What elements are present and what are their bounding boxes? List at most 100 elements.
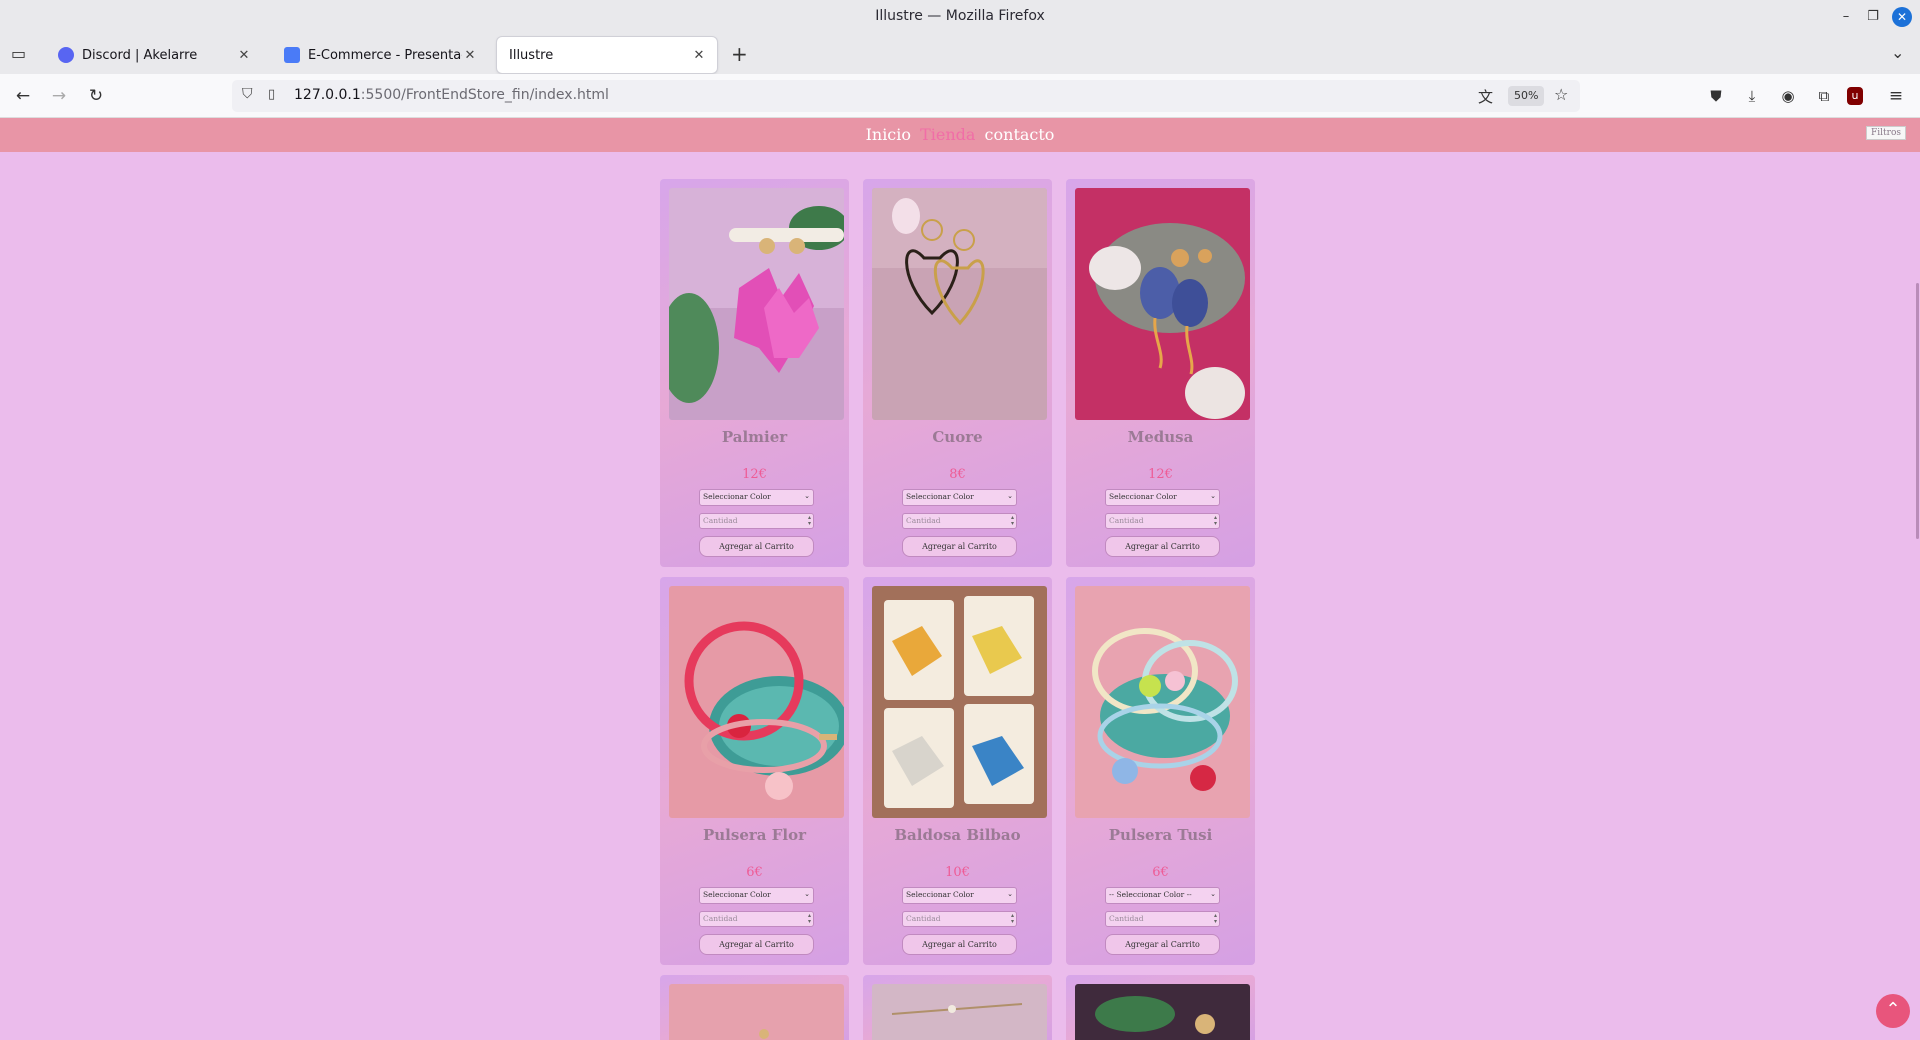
add-to-cart-button[interactable]: Agregar al Carrito xyxy=(1105,536,1220,557)
translate-icon[interactable]: 文 xyxy=(1478,86,1493,107)
color-select-value: Seleccionar Color xyxy=(906,492,974,501)
color-select[interactable]: Seleccionar Color ⌄ xyxy=(902,887,1017,904)
product-image[interactable] xyxy=(1075,586,1250,818)
quantity-input[interactable]: Cantidad ▴ ▾ xyxy=(699,911,814,927)
quantity-placeholder: Cantidad xyxy=(1109,516,1144,525)
close-tab-icon[interactable]: ✕ xyxy=(236,48,252,63)
tab-label: Illustre xyxy=(509,47,554,63)
product-image[interactable] xyxy=(669,188,844,420)
account-icon[interactable]: ◉ xyxy=(1776,84,1800,108)
product-price: 8€ xyxy=(949,467,966,482)
close-tab-icon[interactable]: ✕ xyxy=(691,48,707,63)
tab-overview-icon[interactable]: ▭ xyxy=(11,44,26,63)
chevron-down-icon: ⌄ xyxy=(1210,890,1216,898)
product-name: Baldosa Bilbao xyxy=(894,826,1021,844)
menu-icon[interactable]: ≡ xyxy=(1884,84,1908,108)
tab-discord[interactable]: Discord | Akelarre ✕ xyxy=(46,37,262,73)
product-card xyxy=(863,975,1052,1040)
spinner-icon[interactable]: ▴ ▾ xyxy=(1011,913,1014,925)
ublock-icon[interactable]: u xyxy=(1847,87,1863,105)
quantity-input[interactable]: Cantidad ▴ ▾ xyxy=(902,911,1017,927)
product-card xyxy=(660,975,849,1040)
product-image[interactable] xyxy=(872,586,1047,818)
spinner-icon[interactable]: ▴ ▾ xyxy=(1214,913,1217,925)
back-icon[interactable]: ← xyxy=(11,84,35,108)
spinner-icon[interactable]: ▴ ▾ xyxy=(808,515,811,527)
product-price: 6€ xyxy=(1152,865,1169,880)
site-nav: Inicio Tienda contacto xyxy=(864,125,1057,144)
quantity-input[interactable]: Cantidad ▴ ▾ xyxy=(699,513,814,529)
product-price: 6€ xyxy=(746,865,763,880)
nav-tienda[interactable]: Tienda xyxy=(920,125,975,144)
color-select[interactable]: Seleccionar Color ⌄ xyxy=(699,489,814,506)
zoom-badge[interactable]: 50% xyxy=(1508,86,1545,106)
minimize-icon[interactable]: – xyxy=(1836,7,1856,27)
add-to-cart-button[interactable]: Agregar al Carrito xyxy=(699,536,814,557)
product-image[interactable] xyxy=(669,586,844,818)
chevron-down-icon: ⌄ xyxy=(804,492,810,500)
chevron-down-icon: ⌄ xyxy=(804,890,810,898)
product-image[interactable] xyxy=(872,188,1047,420)
add-to-cart-button[interactable]: Agregar al Carrito xyxy=(902,934,1017,955)
spinner-icon[interactable]: ▴ ▾ xyxy=(1011,515,1014,527)
filters-button[interactable]: Filtros xyxy=(1866,126,1906,140)
color-select-value: Seleccionar Color xyxy=(703,890,771,899)
new-tab-icon[interactable]: + xyxy=(731,42,748,66)
quantity-input[interactable]: Cantidad ▴ ▾ xyxy=(902,513,1017,529)
add-to-cart-button[interactable]: Agregar al Carrito xyxy=(902,536,1017,557)
product-name: Pulsera Flor xyxy=(703,826,806,844)
nav-contacto[interactable]: contacto xyxy=(985,125,1055,144)
product-card: Baldosa Bilbao 10€ Seleccionar Color ⌄ Ca… xyxy=(863,577,1052,965)
page-icon[interactable]: ▯ xyxy=(268,87,275,102)
quantity-input[interactable]: Cantidad ▴ ▾ xyxy=(1105,513,1220,529)
downloads-icon[interactable]: ⤓ xyxy=(1740,84,1764,108)
address-bar[interactable]: ⛉ ▯ 127.0.0.1:5500/FrontEndStore_fin/ind… xyxy=(232,80,1580,112)
product-card: Medusa 12€ Seleccionar Color ⌄ Cantidad ▴ ▾… xyxy=(1066,179,1255,567)
product-price: 10€ xyxy=(945,865,970,880)
product-card: Pulsera Flor 6€ Seleccionar Color ⌄ Canti… xyxy=(660,577,849,965)
pocket-icon[interactable]: ⛊ xyxy=(1704,84,1728,108)
add-to-cart-button[interactable]: Agregar al Carrito xyxy=(699,934,814,955)
product-image[interactable] xyxy=(1075,188,1250,420)
close-window-icon[interactable]: ✕ xyxy=(1892,7,1912,27)
color-select-value: Seleccionar Color xyxy=(703,492,771,501)
product-image[interactable] xyxy=(669,984,844,1040)
window-titlebar: Illustre — Mozilla Firefox – ❐ ✕ xyxy=(0,0,1920,34)
list-tabs-icon[interactable]: ⌄ xyxy=(1891,43,1904,62)
forward-icon[interactable]: → xyxy=(47,84,71,108)
quantity-placeholder: Cantidad xyxy=(906,516,941,525)
product-price: 12€ xyxy=(742,467,767,482)
tab-ecommerce[interactable]: E-Commerce - Presentación ✕ xyxy=(272,37,488,73)
ecommerce-icon xyxy=(284,47,300,63)
product-card xyxy=(1066,975,1255,1040)
color-select[interactable]: Seleccionar Color ⌄ xyxy=(699,887,814,904)
quantity-placeholder: Cantidad xyxy=(703,914,738,923)
tab-label: Discord | Akelarre xyxy=(82,47,198,63)
page-scrollbar[interactable] xyxy=(1916,283,1919,539)
product-image[interactable] xyxy=(1075,984,1250,1040)
navigation-toolbar: ← → ↻ ⛉ ▯ 127.0.0.1:5500/FrontEndStore_f… xyxy=(0,74,1920,118)
extensions-icon[interactable]: ⧉ xyxy=(1812,84,1836,108)
spinner-icon[interactable]: ▴ ▾ xyxy=(808,913,811,925)
color-select[interactable]: -- Seleccionar Color -- ⌄ xyxy=(1105,887,1220,904)
tab-illustre[interactable]: Illustre ✕ xyxy=(497,37,717,73)
restore-icon[interactable]: ❐ xyxy=(1863,7,1883,27)
nav-inicio[interactable]: Inicio xyxy=(866,125,911,144)
quantity-input[interactable]: Cantidad ▴ ▾ xyxy=(1105,911,1220,927)
color-select[interactable]: Seleccionar Color ⌄ xyxy=(902,489,1017,506)
quantity-placeholder: Cantidad xyxy=(703,516,738,525)
add-to-cart-button[interactable]: Agregar al Carrito xyxy=(1105,934,1220,955)
reload-icon[interactable]: ↻ xyxy=(84,84,108,108)
bookmark-star-icon[interactable]: ☆ xyxy=(1554,85,1568,104)
product-price: 12€ xyxy=(1148,467,1173,482)
scroll-to-top-icon[interactable]: ⌃ xyxy=(1876,994,1910,1028)
close-tab-icon[interactable]: ✕ xyxy=(462,48,478,63)
spinner-icon[interactable]: ▴ ▾ xyxy=(1214,515,1217,527)
url-host: 127.0.0.1 xyxy=(294,87,361,103)
color-select-value: Seleccionar Color xyxy=(906,890,974,899)
color-select[interactable]: Seleccionar Color ⌄ xyxy=(1105,489,1220,506)
url-text[interactable]: 127.0.0.1:5500/FrontEndStore_fin/index.h… xyxy=(294,87,609,103)
shield-icon[interactable]: ⛉ xyxy=(242,86,253,102)
product-card: Palmier 12€ Seleccionar Color ⌄ Cantidad ▴… xyxy=(660,179,849,567)
product-image[interactable] xyxy=(872,984,1047,1040)
